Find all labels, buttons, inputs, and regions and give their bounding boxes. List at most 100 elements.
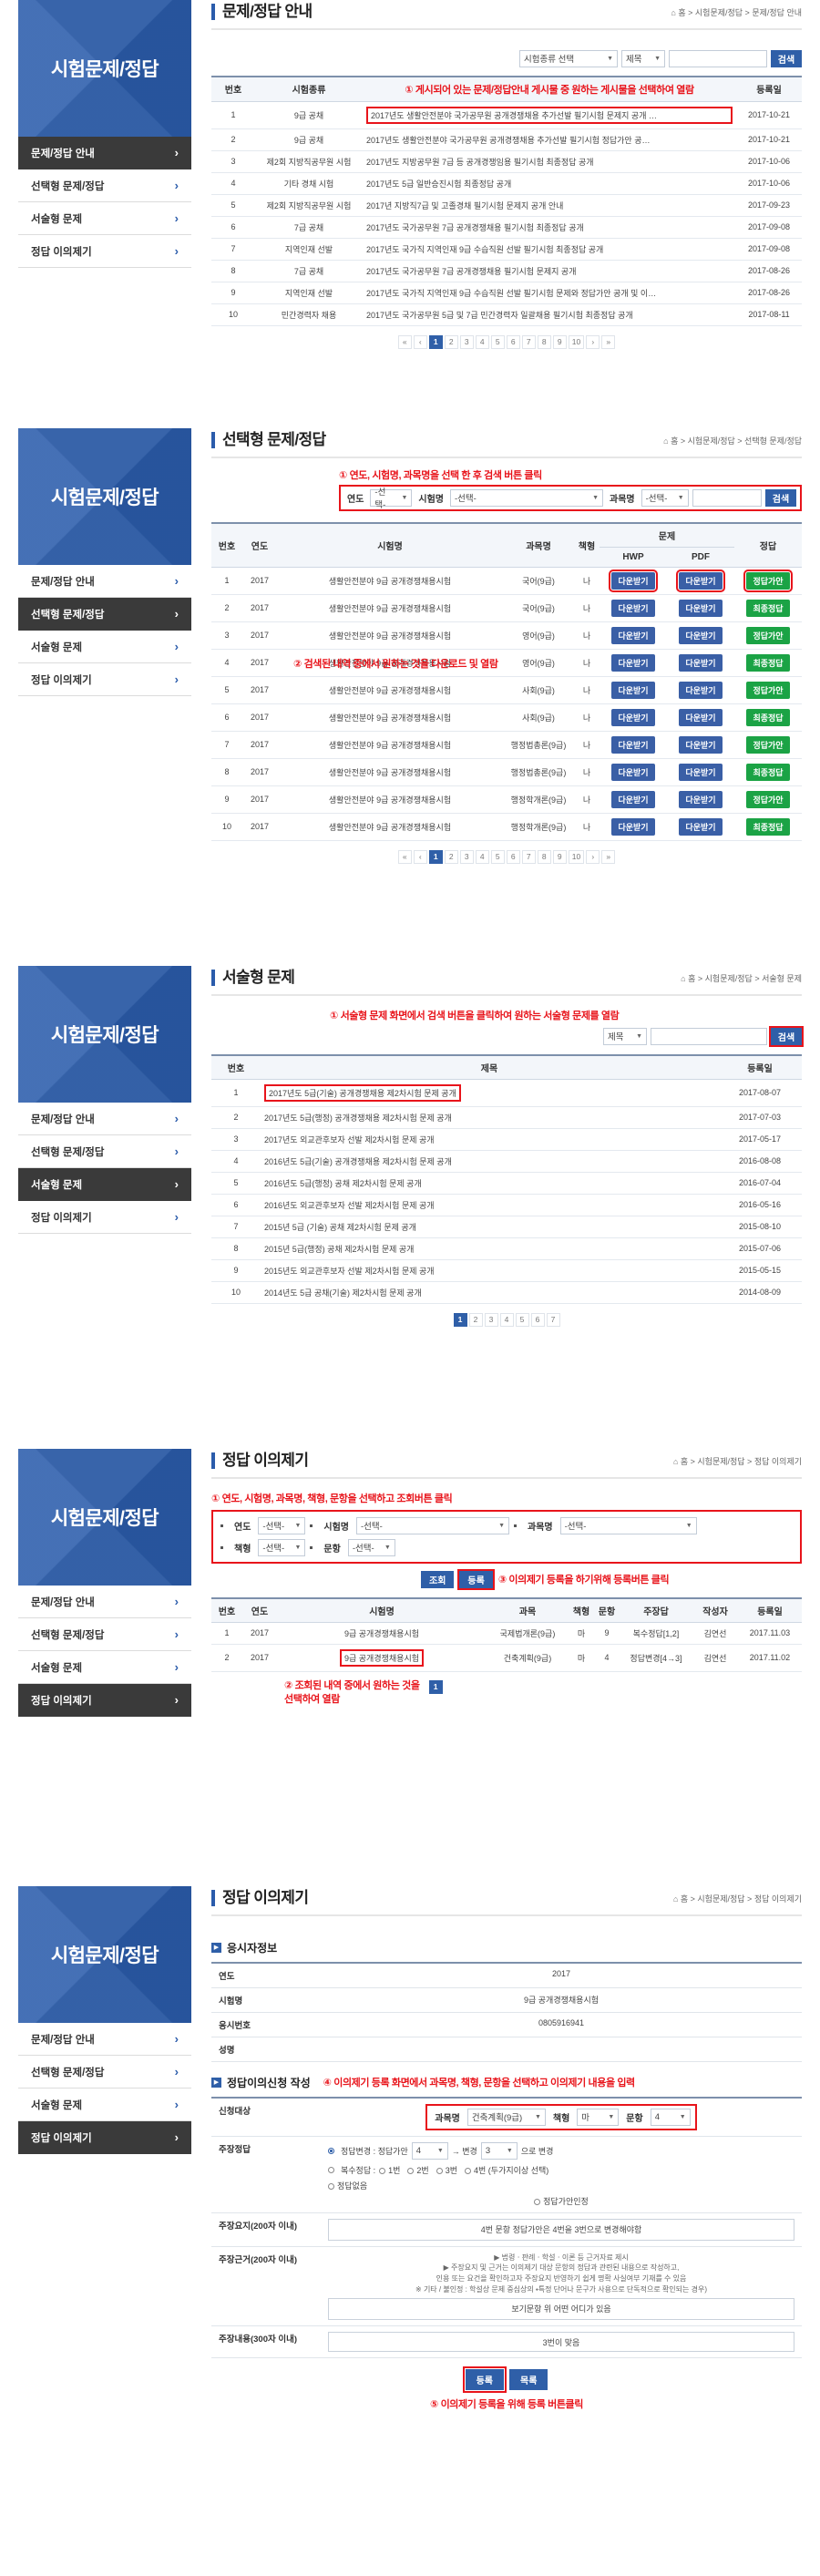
cell-hwp[interactable]: 다운받기 <box>600 703 667 732</box>
sidebar-item-objection[interactable]: 정답 이의제기 › <box>18 1201 191 1234</box>
year-select[interactable]: -선택- ▼ <box>370 487 413 510</box>
subject-select[interactable]: -선택- ▼ <box>641 488 689 507</box>
pager-page-6[interactable]: 6 <box>506 849 520 864</box>
pager-page-9[interactable]: 9 <box>552 334 567 349</box>
table-row[interactable]: 5 제2회 지방직공무원 시험 2017년 지방직7급 및 고졸경채 필기시험 … <box>211 194 802 217</box>
pager-prev[interactable]: ‹ <box>413 334 427 349</box>
download-hwp-button[interactable]: 다운받기 <box>611 653 655 672</box>
search-input[interactable] <box>669 49 767 67</box>
checkbox-icon[interactable] <box>465 2167 472 2174</box>
cell-pdf[interactable]: 다운받기 <box>667 594 734 622</box>
answer-button[interactable]: 정답가안 <box>746 681 790 699</box>
search-input[interactable] <box>692 488 762 507</box>
cell-hwp[interactable]: 다운받기 <box>600 676 667 704</box>
download-pdf-button[interactable]: 다운받기 <box>679 763 723 781</box>
sidebar-item-guide[interactable]: 문제/정답 안내 › <box>18 565 191 598</box>
cell-hwp[interactable]: 다운받기 <box>600 758 667 786</box>
cell-title[interactable]: 2017년도 국가공무원 5급 및 7급 민간경력자 일괄채용 필기시험 최종정… <box>363 303 736 326</box>
download-pdf-button[interactable]: 다운받기 <box>679 790 723 808</box>
pager-first[interactable]: « <box>397 334 412 349</box>
pager-page-8[interactable]: 8 <box>537 334 551 349</box>
download-hwp-button[interactable]: 다운받기 <box>611 763 655 781</box>
cell-title[interactable]: 2017년도 5급(기술) 공개경쟁채용 제2차시험 문제 공개 <box>261 1079 718 1107</box>
table-row[interactable]: 1 2017 9급 공개경쟁채용시험 국제법개론(9급) 마 9 복수정답[1,… <box>211 1622 802 1645</box>
cell-answer[interactable]: 최종정답 <box>734 594 802 622</box>
cell-pdf[interactable]: 다운받기 <box>667 621 734 650</box>
radio-icon[interactable] <box>534 2198 541 2205</box>
table-row[interactable]: 5 2017 생활안전분야 9급 공개경쟁채용시험 사회(9급) 나 다운받기 … <box>211 676 802 704</box>
cell-hwp[interactable]: 다운받기 <box>600 567 667 595</box>
cell-hwp[interactable]: 다운받기 <box>600 594 667 622</box>
cell-title[interactable]: 2016년도 5급(행정) 공채 제2차시험 문제 공개 <box>261 1172 718 1195</box>
cell-pdf[interactable]: 다운받기 <box>667 731 734 759</box>
cell-pdf[interactable]: 다운받기 <box>667 785 734 814</box>
cell-answer[interactable]: 정답가안 <box>734 731 802 759</box>
pager-page-8[interactable]: 8 <box>537 849 551 864</box>
download-pdf-button[interactable]: 다운받기 <box>679 735 723 754</box>
cell-pdf[interactable]: 다운받기 <box>667 758 734 786</box>
item-select[interactable]: -선택- ▼ <box>347 1538 395 1556</box>
pagination-section2[interactable]: « ‹ 1 2 3 4 5 6 7 8 9 10 › » <box>211 849 802 864</box>
table-row[interactable]: 7 2017 생활안전분야 9급 공개경쟁채용시험 행정법총론(9급) 나 다운… <box>211 731 802 759</box>
pagination-section3[interactable]: 1234567 <box>211 1312 802 1327</box>
download-pdf-button[interactable]: 다운받기 <box>679 626 723 644</box>
cell-title[interactable]: 2015년도 외교관후보자 선발 제2차시험 문제 공개 <box>261 1259 718 1282</box>
pager-page-5[interactable]: 5 <box>515 1312 529 1327</box>
answer-button[interactable]: 최종정답 <box>746 763 790 781</box>
pager-page-4[interactable]: 4 <box>475 334 489 349</box>
sidebar-item-guide[interactable]: 문제/정답 안내 › <box>18 137 191 169</box>
sidebar-item-objection[interactable]: 정답 이의제기 › <box>18 235 191 268</box>
cell-title[interactable]: 2017년도 국가공무원 7급 공개경쟁채용 필기시험 문제지 공개 <box>363 260 736 282</box>
checkbox-icon[interactable] <box>407 2167 415 2174</box>
cell-answer[interactable]: 최종정답 <box>734 758 802 786</box>
subject-select[interactable]: -선택- ▼ <box>559 1516 697 1534</box>
extra-textarea[interactable]: 3번이 맞음 <box>328 2332 794 2353</box>
pager-page-1[interactable]: 1 <box>428 849 443 864</box>
pager-last[interactable]: » <box>601 334 616 349</box>
cell-title[interactable]: 2017년도 국가직 지역인재 9급 수습직원 선발 필기시험 문제와 정답가안… <box>363 282 736 304</box>
exam-select[interactable]: -선택- ▼ <box>450 488 604 507</box>
cell-title[interactable]: 2017년도 국가직 지역인재 9급 수습직원 선발 필기시험 최종정답 공개 <box>363 238 736 261</box>
download-hwp-button[interactable]: 다운받기 <box>611 735 655 754</box>
cell-pdf[interactable]: 다운받기 <box>667 813 734 841</box>
list-button[interactable]: 목록 <box>509 2369 548 2391</box>
table-row[interactable]: 7 지역인재 선발 2017년도 국가직 지역인재 9급 수습직원 선발 필기시… <box>211 238 802 261</box>
sidebar-item-guide[interactable]: 문제/정답 안내 › <box>18 1103 191 1135</box>
pager-page-3[interactable]: 3 <box>459 849 474 864</box>
claim-option-change[interactable]: 정답변경 : 정답가안 4 ▼ → 변경 3 ▼ 으로 변경 <box>328 2141 794 2160</box>
table-row[interactable]: 5 2016년도 5급(행정) 공채 제2차시험 문제 공개 2016-07-0… <box>211 1172 802 1195</box>
search-button[interactable]: 검색 <box>769 1025 804 1047</box>
table-row[interactable]: 3 2017년도 외교관후보자 선발 제2차시험 문제 공개 2017-05-1… <box>211 1128 802 1151</box>
claim-option-multi[interactable]: 복수정답 : 1번 2번 3번 4번 (두가지이상 선택) <box>328 2164 794 2176</box>
sidebar-item-choice[interactable]: 선택형 문제/정답 › <box>18 169 191 202</box>
cell-answer[interactable]: 최종정답 <box>734 703 802 732</box>
sidebar-item-essay[interactable]: 서술형 문제 › <box>18 1168 191 1201</box>
sidebar-item-guide[interactable]: 문제/정답 안내 › <box>18 1586 191 1618</box>
table-row[interactable]: 3 제2회 지방직공무원 시험 2017년도 지방공무원 7급 등 공개경쟁임용… <box>211 150 802 173</box>
download-pdf-button[interactable]: 다운받기 <box>679 681 723 699</box>
download-hwp-button[interactable]: 다운받기 <box>611 790 655 808</box>
pager-first[interactable]: « <box>397 849 412 864</box>
table-row[interactable]: 8 7급 공채 2017년도 국가공무원 7급 공개경쟁채용 필기시험 문제지 … <box>211 260 802 282</box>
answer-button[interactable]: 최종정답 <box>746 708 790 726</box>
pager-page-3[interactable]: 3 <box>459 334 474 349</box>
cell-hwp[interactable]: 다운받기 <box>600 649 667 677</box>
table-row[interactable]: 2 2017 9급 공개경쟁채용시험 건축계획(9급) 마 4 정답변경[4→3… <box>211 1644 802 1672</box>
pager-page-7[interactable]: 7 <box>546 1312 560 1327</box>
pagination-section1[interactable]: « ‹ 1 2 3 4 5 6 7 8 9 10 › » <box>211 334 802 349</box>
pager-page-1[interactable]: 1 <box>428 334 443 349</box>
cell-answer[interactable]: 정답가안 <box>734 676 802 704</box>
cell-title[interactable]: 2017년도 생활안전분야 국가공무원 공개경쟁채용 추가선발 필기시험 문제지… <box>363 101 736 129</box>
cell-answer[interactable]: 최종정답 <box>734 813 802 841</box>
target-form-select[interactable]: 마 ▼ <box>577 2108 620 2126</box>
search-field-select[interactable]: 제목 ▼ <box>603 1027 647 1045</box>
cell-title[interactable]: 2016년도 5급(기술) 공개경쟁채용 제2차시험 문제 공개 <box>261 1150 718 1173</box>
cell-answer[interactable]: 정답가안 <box>734 567 802 595</box>
year-select[interactable]: -선택- ▼ <box>258 1516 306 1534</box>
download-hwp-button[interactable]: 다운받기 <box>609 569 658 592</box>
multi-option-3[interactable]: 3번 <box>436 2164 457 2176</box>
pagination-section4-page1[interactable]: 1 <box>428 1679 443 1694</box>
table-row[interactable]: 2 2017년도 5급(행정) 공개경쟁채용 제2차시험 문제 공개 2017-… <box>211 1106 802 1129</box>
pager-page-2[interactable]: 2 <box>444 334 458 349</box>
table-row[interactable]: 2 9급 공채 2017년도 생활안전분야 국가공무원 공개경쟁채용 추가선발 … <box>211 128 802 151</box>
